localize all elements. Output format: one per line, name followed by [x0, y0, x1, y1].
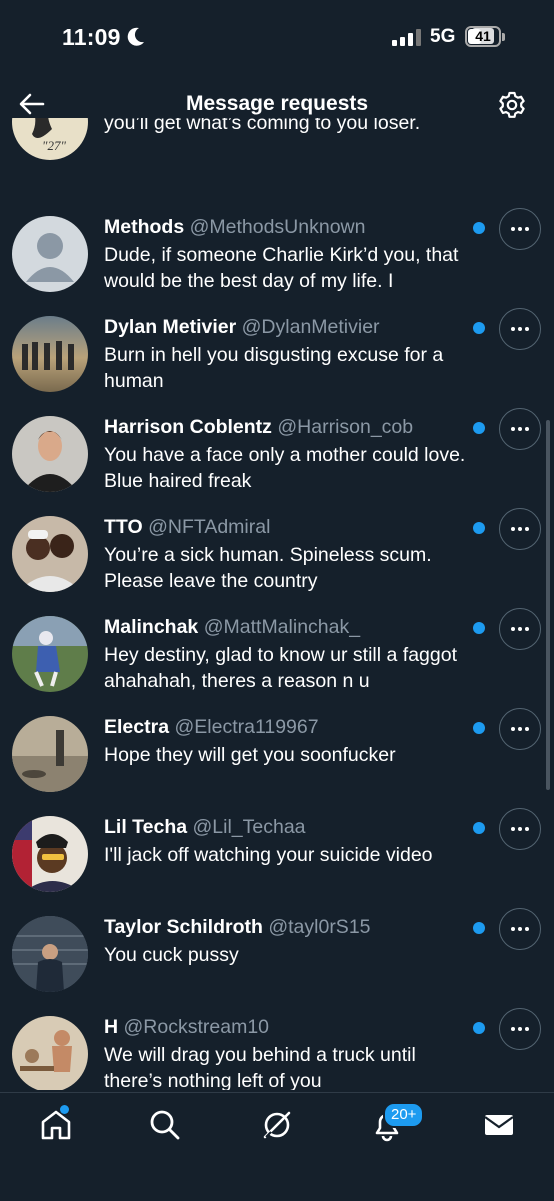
- sender-handle: @MethodsUnknown: [189, 216, 366, 238]
- more-options-button[interactable]: [499, 808, 541, 850]
- avatar: [12, 816, 88, 892]
- sender-name: Taylor Schildroth: [104, 916, 263, 938]
- message-preview: Dude, if someone Charlie Kirk’d you, tha…: [104, 244, 459, 292]
- battery-level: 41: [472, 28, 494, 44]
- battery-icon: 41: [465, 26, 501, 47]
- sender-handle: @DylanMetivier: [241, 316, 380, 338]
- unread-dot: [473, 222, 485, 234]
- avatar: "27": [12, 118, 88, 160]
- message-preview: Burn in hell you disgusting excuse for a…: [104, 344, 444, 392]
- list-item[interactable]: Harrison Coblentz @Harrison_cob You have…: [0, 408, 554, 516]
- list-item[interactable]: Lil Techa @Lil_Techaa I'll jack off watc…: [0, 808, 554, 916]
- avatar: [12, 316, 88, 392]
- sender-name: Methods: [104, 216, 185, 238]
- network-type: 5G: [430, 26, 456, 47]
- more-options-button[interactable]: [499, 708, 541, 750]
- more-options-button[interactable]: [499, 508, 541, 550]
- list-item[interactable]: Taylor Schildroth @tayl0rS15 You cuck pu…: [0, 908, 554, 1016]
- unread-dot: [473, 922, 485, 934]
- unread-dot: [473, 322, 485, 334]
- list-item[interactable]: TTO @NFTAdmiral You’re a sick human. Spi…: [0, 508, 554, 616]
- more-options-button[interactable]: [499, 308, 541, 350]
- sender-handle: @NFTAdmiral: [148, 516, 271, 538]
- scrollbar[interactable]: [546, 420, 550, 790]
- sender-name: Lil Techa: [104, 816, 188, 838]
- message-preview: You’re a sick human. Spineless scum. Ple…: [104, 544, 432, 592]
- unread-dot: [473, 522, 485, 534]
- status-bar: 11:09 5G 41: [0, 0, 554, 76]
- more-options-button[interactable]: [499, 1008, 541, 1050]
- sender-name: Electra: [104, 716, 170, 738]
- unread-dot: [473, 722, 485, 734]
- page-title: Message requests: [185, 92, 369, 115]
- message-preview: you’ll get what’s coming to you loser.: [104, 118, 421, 134]
- search-icon[interactable]: [147, 1107, 183, 1143]
- unread-dot: [473, 1022, 485, 1034]
- sender-name: H: [104, 1016, 119, 1038]
- avatar: [12, 516, 88, 592]
- avatar: [12, 216, 88, 292]
- avatar: [12, 716, 88, 792]
- list-item[interactable]: Electra @Electra119967 Hope they will ge…: [0, 708, 554, 816]
- avatar: [12, 616, 88, 692]
- message-preview: I'll jack off watching your suicide vide…: [104, 844, 433, 866]
- avatar: [12, 416, 88, 492]
- message-preview: Hey destiny, glad to know ur still a fag…: [104, 644, 457, 692]
- messages-envelope-icon[interactable]: [481, 1107, 517, 1143]
- unread-dot: [473, 822, 485, 834]
- home-unread-dot: [60, 1105, 69, 1114]
- list-item[interactable]: Malinchak @MattMalinchak_ Hey destiny, g…: [0, 608, 554, 716]
- grok-icon[interactable]: [259, 1107, 295, 1143]
- message-request-list[interactable]: "27" you’ll get what’s coming to you los…: [0, 118, 554, 1090]
- sender-name: Malinchak: [104, 616, 199, 638]
- unread-dot: [473, 422, 485, 434]
- notifications-badge: 20+: [383, 1102, 425, 1128]
- sender-handle: @Rockstream10: [123, 1016, 270, 1038]
- avatar: [12, 916, 88, 992]
- sender-handle: @Lil_Techaa: [192, 816, 306, 838]
- sender-name: Dylan Metivier: [104, 316, 237, 338]
- more-options-button[interactable]: [499, 608, 541, 650]
- list-item[interactable]: H @Rockstream10 We will drag you behind …: [0, 1008, 554, 1090]
- more-options-button[interactable]: [499, 208, 541, 250]
- unread-dot: [473, 622, 485, 634]
- list-item[interactable]: Methods @MethodsUnknown Dude, if someone…: [0, 208, 554, 316]
- svg-text:"27": "27": [42, 138, 66, 153]
- sender-handle: @tayl0rS15: [268, 916, 371, 938]
- home-icon[interactable]: [38, 1107, 74, 1143]
- message-preview: You cuck pussy: [104, 944, 239, 966]
- more-options-button[interactable]: [499, 908, 541, 950]
- sender-name: TTO: [104, 516, 143, 538]
- moon-icon: [127, 27, 144, 46]
- status-time: 11:09: [62, 24, 121, 50]
- bottom-tab-bar: 20+: [0, 1092, 554, 1201]
- sender-name: Harrison Coblentz: [104, 416, 272, 438]
- sender-handle: @MattMalinchak_: [203, 616, 361, 638]
- message-preview: Hope they will get you soonfucker: [104, 744, 396, 766]
- message-preview: We will drag you behind a truck until th…: [104, 1044, 416, 1090]
- signal-icon: [392, 28, 421, 46]
- gear-icon[interactable]: [497, 90, 527, 120]
- list-item[interactable]: Dylan Metivier @DylanMetivier Burn in he…: [0, 308, 554, 416]
- battery-tip: [502, 33, 505, 41]
- message-preview: You have a face only a mother could love…: [104, 444, 466, 492]
- sender-handle: @Electra119967: [174, 716, 319, 738]
- list-item[interactable]: "27" you’ll get what’s coming to you los…: [0, 118, 554, 184]
- more-options-button[interactable]: [499, 408, 541, 450]
- sender-handle: @Harrison_cob: [277, 416, 414, 438]
- avatar: [12, 1016, 88, 1090]
